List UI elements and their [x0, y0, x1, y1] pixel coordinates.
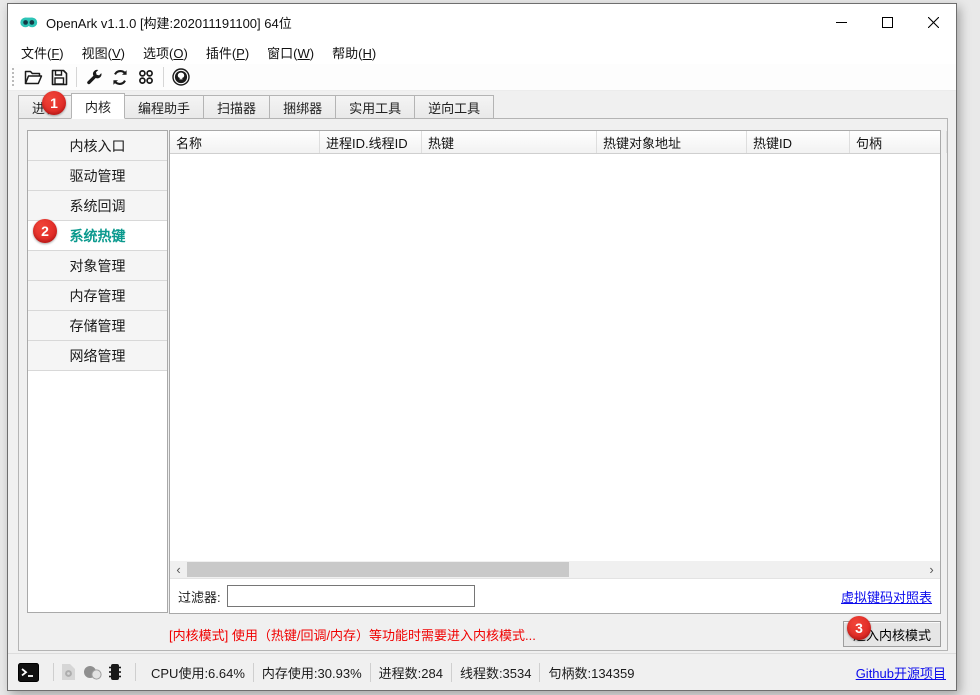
sidebar-item[interactable]: 系统回调 — [28, 191, 167, 221]
window-controls — [818, 4, 956, 40]
toolbar-separator — [76, 67, 77, 87]
menu-item-6[interactable]: 帮助(H) — [323, 40, 385, 65]
terminal-icon — [18, 663, 39, 682]
menu-item-5[interactable]: 窗口(W) — [258, 40, 323, 65]
scrollbar-thumb[interactable] — [187, 562, 569, 577]
status-separator — [53, 663, 54, 681]
github-icon — [172, 68, 190, 86]
tab-item[interactable]: 捆绑器 — [269, 95, 336, 118]
status-stat: CPU使用:6.64% — [143, 663, 254, 682]
tab-item[interactable]: 扫描器 — [203, 95, 270, 118]
status-stat: 进程数:284 — [371, 663, 452, 682]
annotation-step-1: 1 — [42, 91, 66, 115]
plugins-icon — [138, 69, 154, 85]
table-body[interactable] — [170, 154, 940, 561]
menu-bar: 文件(F)视图(V)选项(O)插件(P)窗口(W)帮助(H) — [8, 40, 956, 64]
open-icon — [24, 69, 43, 86]
annotation-step-2: 2 — [33, 219, 57, 243]
kernel-section-list: 内核入口驱动管理系统回调系统热键对象管理内存管理存储管理网络管理 — [27, 130, 168, 613]
virtual-keycode-link[interactable]: 虚拟键码对照表 — [841, 587, 932, 606]
scrollbar-track[interactable] — [187, 561, 923, 578]
save-icon — [51, 69, 68, 86]
sidebar-item[interactable]: 网络管理 — [28, 341, 167, 371]
close-icon — [928, 17, 939, 28]
window-title: OpenArk v1.1.0 [构建:202011191100] 64位 — [46, 13, 292, 32]
sidebar-item[interactable]: 存储管理 — [28, 311, 167, 341]
scroll-right-icon[interactable]: › — [923, 561, 940, 578]
toolbar — [8, 64, 956, 91]
status-stat: 线程数:3534 — [452, 663, 541, 682]
app-logo-icon — [20, 15, 38, 29]
driver-file-status-icon — [61, 663, 76, 681]
tab-bar: 进程内核编程助手扫描器捆绑器实用工具逆向工具 — [18, 92, 946, 118]
status-separator — [135, 663, 136, 681]
status-bar: CPU使用:6.64%内存使用:30.93%进程数:284线程数:3534句柄数… — [8, 653, 956, 690]
filter-input[interactable] — [227, 585, 475, 607]
sidebar-item[interactable]: 对象管理 — [28, 251, 167, 281]
kernel-tab-page: 内核入口驱动管理系统回调系统热键对象管理内存管理存储管理网络管理 名称进程ID.… — [18, 118, 948, 651]
github-button[interactable] — [168, 65, 194, 89]
kernel-mode-hint-row: [内核模式] 使用（热键/回调/内存）等功能时需要进入内核模式... 进入内核模… — [169, 619, 941, 649]
kernel-driver-status-icon — [109, 663, 121, 681]
plugins-button[interactable] — [133, 65, 159, 89]
minimize-icon — [836, 17, 847, 28]
column-header[interactable]: 热键ID — [747, 131, 850, 153]
tab-item[interactable]: 逆向工具 — [414, 95, 494, 118]
minimize-button[interactable] — [818, 4, 864, 40]
file-gear-icon — [61, 663, 76, 681]
sidebar-item[interactable]: 内存管理 — [28, 281, 167, 311]
column-header[interactable]: 进程ID.线程ID — [320, 131, 422, 153]
column-header[interactable]: 热键 — [422, 131, 597, 153]
filter-label: 过滤器: — [178, 587, 221, 606]
wrench-icon — [86, 69, 103, 86]
scroll-left-icon[interactable]: ‹ — [170, 561, 187, 578]
plugin-status-icon — [83, 664, 102, 681]
circles-icon — [83, 664, 102, 681]
console-toggle-button[interactable] — [18, 663, 39, 682]
toolbar-gripper[interactable] — [11, 67, 16, 87]
close-button[interactable] — [910, 4, 956, 40]
column-header[interactable]: 名称 — [170, 131, 320, 153]
hotkey-table-panel: 名称进程ID.线程ID热键热键对象地址热键ID句柄 ‹ › 过滤器: 虚拟键码对… — [169, 130, 941, 614]
table-header-row: 名称进程ID.线程ID热键热键对象地址热键ID句柄 — [170, 131, 940, 154]
status-stat: 内存使用:30.93% — [254, 663, 371, 682]
system-stats: CPU使用:6.64%内存使用:30.93%进程数:284线程数:3534句柄数… — [143, 663, 642, 682]
github-project-link[interactable]: Github开源项目 — [856, 663, 946, 682]
menu-item-4[interactable]: 插件(P) — [197, 40, 258, 65]
kernel-mode-hint: [内核模式] 使用（热键/回调/内存）等功能时需要进入内核模式... — [169, 625, 536, 644]
menu-item-1[interactable]: 文件(F) — [12, 40, 73, 65]
column-header[interactable]: 句柄 — [850, 131, 947, 153]
refresh-icon — [111, 69, 129, 86]
maximize-icon — [882, 17, 893, 28]
tab-item[interactable]: 编程助手 — [124, 95, 204, 118]
settings-button[interactable] — [81, 65, 107, 89]
sidebar-item[interactable]: 内核入口 — [28, 131, 167, 161]
toolbar-separator — [163, 67, 164, 87]
maximize-button[interactable] — [864, 4, 910, 40]
open-file-button[interactable] — [20, 65, 46, 89]
tab-item[interactable]: 实用工具 — [335, 95, 415, 118]
column-header[interactable]: 热键对象地址 — [597, 131, 747, 153]
tab-item[interactable]: 内核 — [71, 93, 125, 119]
filter-row: 过滤器: 虚拟键码对照表 — [170, 578, 940, 613]
annotation-step-3: 3 — [847, 616, 871, 640]
title-bar: OpenArk v1.1.0 [构建:202011191100] 64位 — [8, 4, 956, 40]
menu-item-2[interactable]: 视图(V) — [73, 40, 134, 65]
horizontal-scrollbar[interactable]: ‹ › — [170, 561, 940, 578]
menu-item-3[interactable]: 选项(O) — [134, 40, 197, 65]
chip-icon — [109, 663, 121, 681]
save-button[interactable] — [46, 65, 72, 89]
status-stat: 句柄数:134359 — [540, 663, 642, 682]
sidebar-item[interactable]: 驱动管理 — [28, 161, 167, 191]
refresh-button[interactable] — [107, 65, 133, 89]
app-window: OpenArk v1.1.0 [构建:202011191100] 64位 文件(… — [7, 3, 957, 691]
